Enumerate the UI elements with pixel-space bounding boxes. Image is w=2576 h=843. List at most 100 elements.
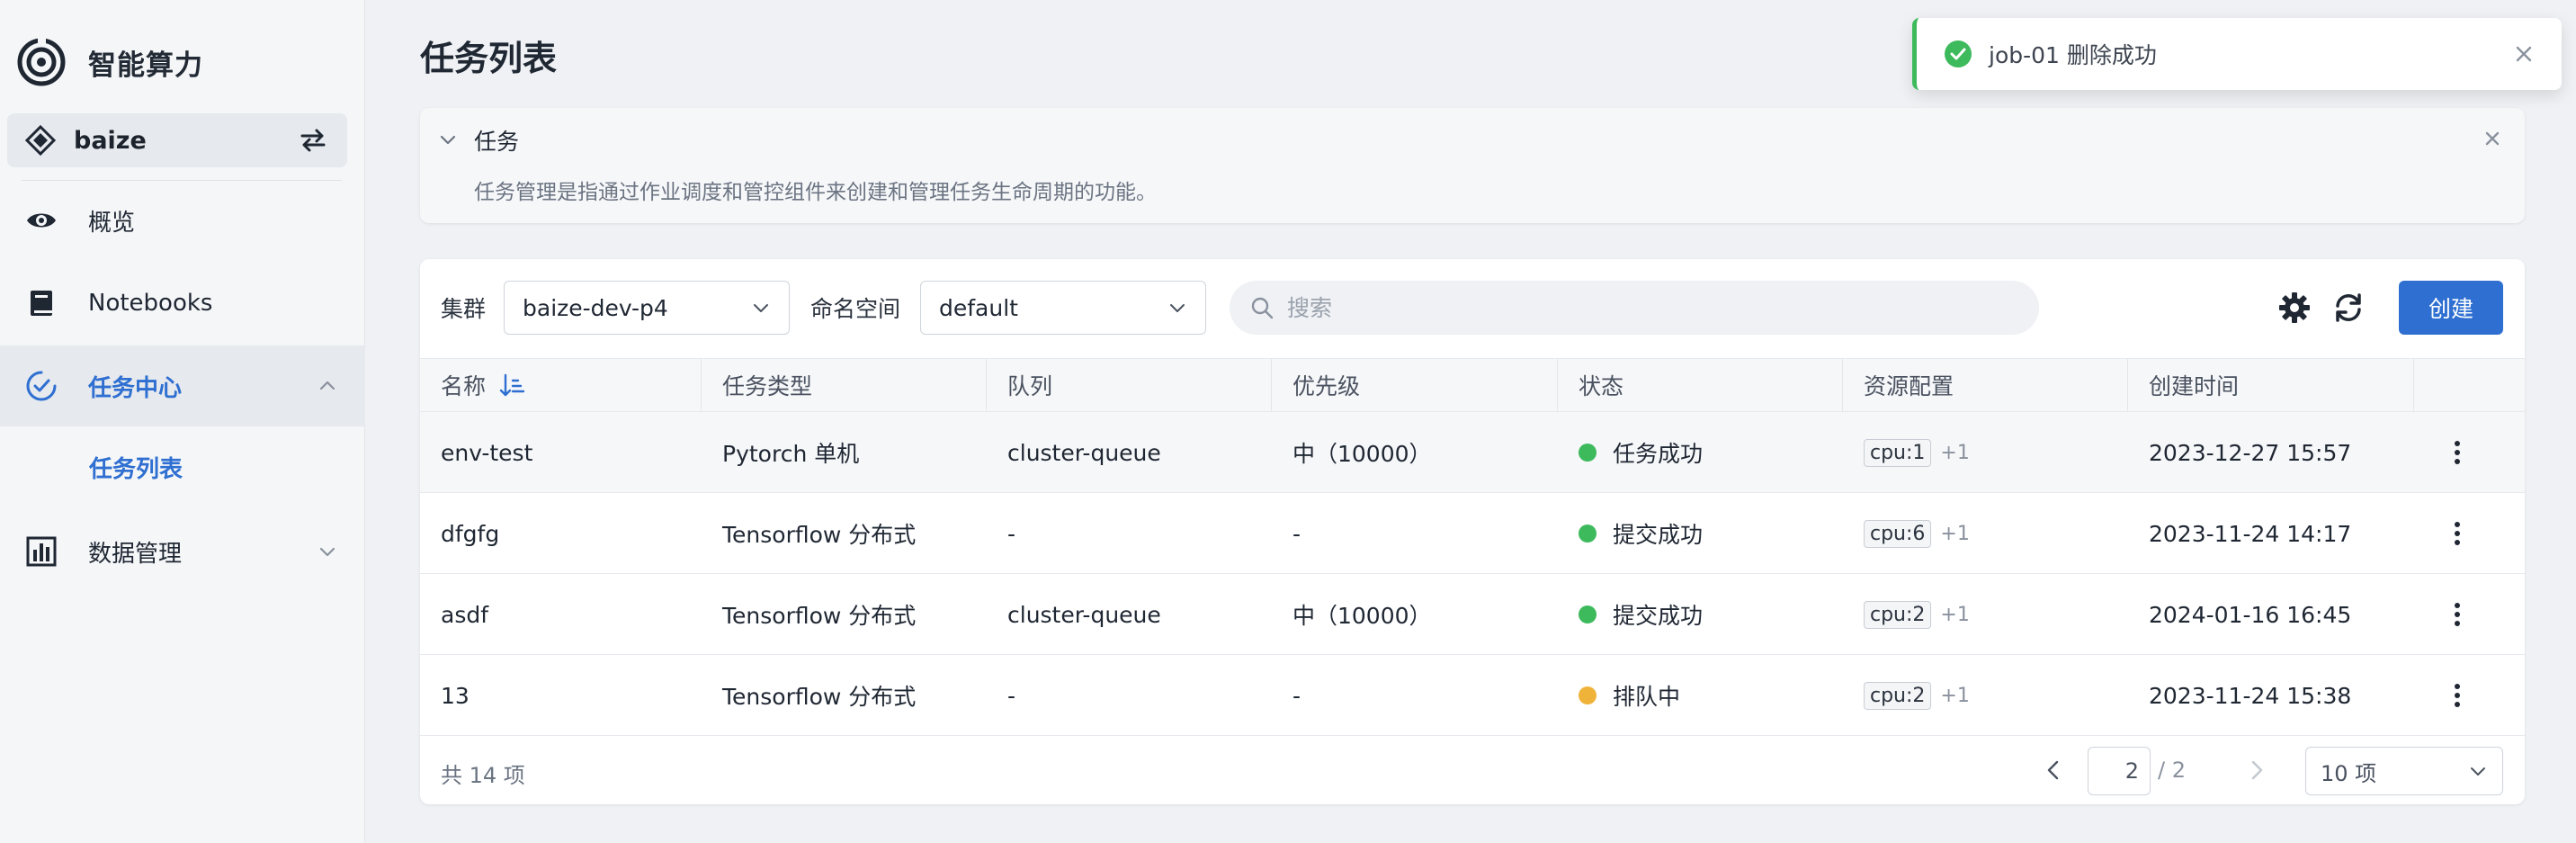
resource-more[interactable]: +1: [1940, 685, 1969, 707]
resource-tag: cpu:1: [1864, 438, 1932, 467]
cell-priority: 中（10000）: [1292, 603, 1432, 629]
namespace-select[interactable]: default: [920, 281, 1206, 335]
resource-more[interactable]: +1: [1940, 523, 1969, 545]
sidebar-item-label: 概览: [88, 209, 136, 237]
resource-more[interactable]: +1: [1940, 604, 1969, 626]
swap-icon[interactable]: [297, 124, 329, 157]
cell-priority: 中（10000）: [1292, 441, 1432, 467]
sidebar-item-data-management[interactable]: 数据管理: [0, 511, 365, 592]
table-row[interactable]: env-test Pytorch 单机 cluster-queue 中（1000…: [420, 412, 2525, 493]
sidebar: 智能算力 baize 概览 Notebooks 任务中心 任务列表 数据管理: [0, 0, 365, 843]
collapse-chevron-icon[interactable]: [436, 128, 460, 151]
sidebar-item-label: 任务中心: [88, 374, 183, 402]
cell-type: Tensorflow 分布式: [722, 603, 917, 629]
table-row[interactable]: dfgfg Tensorflow 分布式 - - 提交成功 cpu:6 +1 2…: [420, 493, 2525, 574]
namespace-select-value: default: [939, 294, 1018, 321]
settings-gear-icon[interactable]: [2276, 290, 2312, 326]
more-actions-icon[interactable]: [2441, 679, 2473, 712]
sidebar-item-label: 数据管理: [88, 540, 183, 568]
chevron-left-icon[interactable]: [2039, 756, 2068, 785]
success-check-icon: [1945, 40, 1972, 67]
more-actions-icon[interactable]: [2441, 436, 2473, 469]
cell-type: Tensorflow 分布式: [722, 522, 917, 548]
chevron-down-icon: [754, 304, 768, 312]
cell-resource: cpu:2 +1: [1843, 574, 1970, 655]
total-count: 共 14 项: [441, 763, 525, 788]
column-header-label: 名称: [441, 373, 487, 399]
cell-priority: -: [1292, 520, 1301, 547]
chevron-up-icon: [319, 381, 335, 390]
page-total: / 2: [2158, 758, 2186, 783]
sidebar-subitem-label: 任务列表: [89, 455, 183, 483]
info-panel: 任务 任务管理是指通过作业调度和管控组件来创建和管理任务生命周期的功能。: [420, 108, 2525, 223]
info-title: 任务: [474, 129, 520, 155]
sort-icon[interactable]: [498, 372, 525, 399]
cluster-select[interactable]: baize-dev-p4: [504, 281, 790, 335]
chevron-right-icon[interactable]: [2242, 756, 2271, 785]
status-dot: [1579, 686, 1597, 704]
resource-more[interactable]: +1: [1940, 442, 1969, 464]
status-dot: [1579, 525, 1597, 543]
brand-logo-icon: [17, 37, 66, 86]
cell-queue: -: [1007, 520, 1016, 547]
create-button[interactable]: 创建: [2399, 281, 2503, 335]
workspace-switcher[interactable]: baize: [7, 113, 347, 167]
column-header-resource: 资源配置: [1843, 359, 2128, 411]
cell-name[interactable]: 13: [420, 655, 470, 736]
page-size-select[interactable]: 10 项: [2305, 747, 2503, 795]
sidebar-item-task-center[interactable]: 任务中心: [0, 345, 365, 426]
cell-queue: cluster-queue: [1007, 601, 1161, 628]
chevron-down-icon: [319, 547, 335, 557]
cluster-select-value: baize-dev-p4: [523, 294, 668, 321]
column-header-type: 任务类型: [702, 359, 987, 411]
book-icon: [31, 291, 52, 316]
namespace-label: 命名空间: [810, 296, 901, 322]
sidebar-item-notebooks[interactable]: Notebooks: [0, 263, 365, 344]
cell-resource: cpu:2 +1: [1843, 655, 1970, 736]
success-toast: job-01 删除成功: [1912, 18, 2562, 90]
sidebar-subitem-task-list[interactable]: 任务列表: [0, 426, 365, 507]
cell-resource: cpu:6 +1: [1843, 493, 1970, 574]
more-actions-icon[interactable]: [2441, 598, 2473, 631]
page-title: 任务列表: [420, 39, 558, 78]
column-header-status: 状态: [1558, 359, 1843, 411]
task-check-icon: [26, 371, 57, 401]
cell-status: 提交成功: [1558, 574, 1703, 655]
brand: 智能算力: [16, 34, 203, 90]
table-row[interactable]: asdf Tensorflow 分布式 cluster-queue 中（1000…: [420, 574, 2525, 655]
chevron-down-icon: [1170, 304, 1185, 312]
table-toolbar: 集群 baize-dev-p4 命名空间 default 搜索 创建: [420, 259, 2525, 358]
cell-created: 2023-11-24 14:17: [2149, 520, 2352, 547]
table-header: 名称 任务类型 队列 优先级 状态 资源配置 创建时间: [420, 358, 2525, 412]
refresh-icon[interactable]: [2330, 290, 2366, 326]
cell-name[interactable]: env-test: [420, 412, 532, 493]
table-row[interactable]: 13 Tensorflow 分布式 - - 排队中 cpu:2 +1 2023-…: [420, 655, 2525, 736]
search-box: [1230, 281, 2039, 335]
search-input[interactable]: [1287, 294, 2007, 321]
cell-status: 提交成功: [1558, 493, 1703, 574]
status-text: 任务成功: [1613, 441, 1704, 467]
resource-tag: cpu:2: [1864, 681, 1932, 710]
info-description: 任务管理是指通过作业调度和管控组件来创建和管理任务生命周期的功能。: [474, 181, 1157, 204]
column-header-actions: [2414, 359, 2525, 411]
resource-tag: cpu:6: [1864, 519, 1932, 548]
cell-resource: cpu:1 +1: [1843, 412, 1970, 493]
column-header-name[interactable]: 名称: [420, 359, 702, 411]
bar-chart-icon: [26, 536, 57, 567]
close-icon[interactable]: [2511, 41, 2536, 67]
cell-name[interactable]: asdf: [420, 574, 488, 655]
toast-message: job-01 删除成功: [1989, 42, 2157, 68]
status-text: 排队中: [1613, 684, 1681, 710]
sidebar-item-overview[interactable]: 概览: [0, 180, 365, 261]
resource-tag: cpu:2: [1864, 600, 1932, 629]
cluster-label: 集群: [441, 296, 487, 322]
cell-created: 2024-01-16 16:45: [2149, 601, 2352, 628]
page-size-value: 10 项: [2321, 760, 2377, 786]
cell-name[interactable]: dfgfg: [420, 493, 499, 574]
page-number-input[interactable]: [2088, 747, 2151, 795]
table-footer: 共 14 项 / 2 10 项: [420, 736, 2525, 804]
close-icon[interactable]: [2480, 126, 2505, 151]
status-text: 提交成功: [1613, 603, 1704, 629]
more-actions-icon[interactable]: [2441, 517, 2473, 550]
cell-status: 任务成功: [1558, 412, 1703, 493]
